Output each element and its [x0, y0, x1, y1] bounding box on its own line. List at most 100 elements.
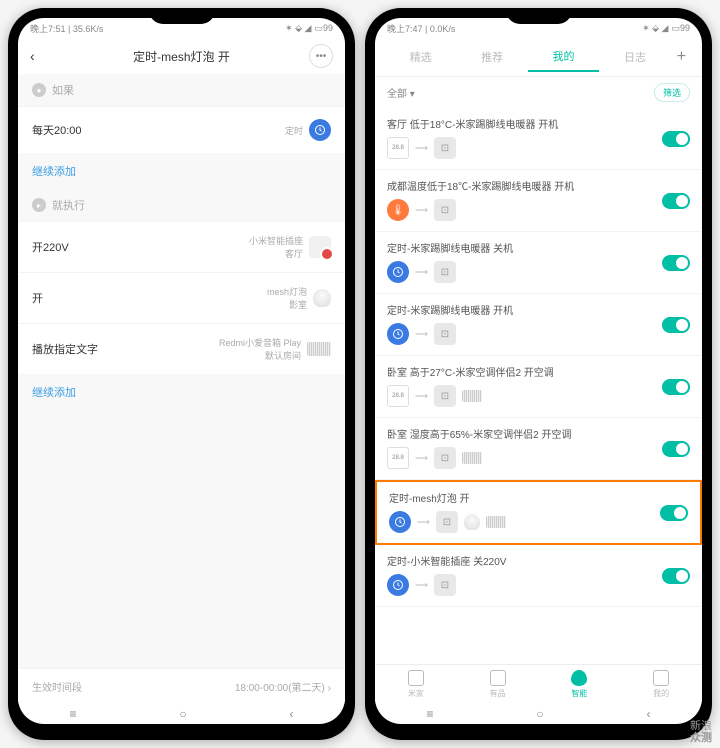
- phone-right: 晚上7:47 | 0.0K/s ✶ ⬙ ◢ ▭99 精选 推荐 我的 日志 + …: [365, 8, 712, 740]
- automation-icons: ⟶⊡: [389, 511, 688, 533]
- nav-icon: [571, 670, 587, 686]
- automation-title: 成都温度低于18℃-米家踢脚线电暖器 开机: [387, 178, 690, 193]
- nav-back[interactable]: ‹: [290, 707, 294, 721]
- android-nav: ≡ ○ ‹: [375, 704, 702, 724]
- link-icon: ⟶: [415, 580, 428, 591]
- filter-button[interactable]: 筛选: [654, 83, 690, 102]
- device-icon: ⊡: [434, 385, 456, 407]
- toggle-switch[interactable]: [662, 568, 690, 584]
- toggle-switch[interactable]: [662, 379, 690, 395]
- automation-icons: ⟶⊡: [387, 261, 690, 283]
- more-button[interactable]: •••: [309, 44, 333, 68]
- device-icon: ⊡: [434, 137, 456, 159]
- link-icon: ⟶: [415, 453, 428, 464]
- bottom-nav-item[interactable]: 有品: [457, 665, 539, 704]
- if-condition-text: 每天20:00: [32, 122, 82, 138]
- action-row[interactable]: 开220V 小米智能插座 客厅: [18, 221, 345, 272]
- tab-mine[interactable]: 我的: [528, 42, 599, 72]
- add-condition-link[interactable]: 继续添加: [18, 153, 345, 189]
- nav-recent[interactable]: ≡: [426, 707, 433, 721]
- automation-item[interactable]: 卧室 湿度高于65%-米家空调伴侣2 开空调28.8⟶⊡: [375, 418, 702, 480]
- automation-title: 定时-小米智能插座 关220V: [387, 553, 690, 568]
- plug-icon: [309, 236, 331, 258]
- link-icon: ⟶: [415, 391, 428, 402]
- automation-item[interactable]: 定时-米家踢脚线电暖器 关机⟶⊡: [375, 232, 702, 294]
- clock-icon: [387, 323, 409, 345]
- tab-log[interactable]: 日志: [599, 43, 670, 71]
- automation-icons: 🌡⟶⊡: [387, 199, 690, 221]
- action-row[interactable]: 播放指定文字 Redmi小爱音箱 Play 默认房间: [18, 323, 345, 374]
- add-button[interactable]: +: [671, 48, 692, 66]
- then-icon: ▸: [32, 198, 46, 212]
- phone-left: 晚上7:51 | 35.6K/s ✶ ⬙ ◢ ▭99 ‹ 定时-mesh灯泡 开…: [8, 8, 355, 740]
- automation-item[interactable]: 定时-米家踢脚线电暖器 开机⟶⊡: [375, 294, 702, 356]
- automation-title: 定时-mesh灯泡 开: [389, 490, 688, 505]
- notch: [506, 8, 572, 24]
- bottom-nav-item[interactable]: 智能: [539, 665, 621, 704]
- speaker-icon: [486, 516, 506, 528]
- status-time: 晚上7:51 | 35.6K/s: [30, 22, 103, 35]
- filter-row: 全部 ▾ 筛选: [375, 77, 702, 108]
- bottom-nav-item[interactable]: 我的: [620, 665, 702, 704]
- automation-icons: ⟶⊡: [387, 323, 690, 345]
- link-icon: ⟶: [415, 143, 428, 154]
- tab-featured[interactable]: 精选: [385, 43, 456, 71]
- if-condition-tag: 定时: [285, 124, 303, 137]
- automation-item[interactable]: 成都温度低于18℃-米家踢脚线电暖器 开机 🌡⟶⊡: [375, 170, 702, 232]
- then-section-label: ▸ 就执行: [18, 189, 345, 221]
- sensor-icon: 28.8: [387, 447, 409, 469]
- if-icon: ●: [32, 83, 46, 97]
- speaker-icon: [462, 390, 482, 402]
- nav-icon: [408, 670, 424, 686]
- automation-icons: ⟶⊡: [387, 574, 690, 596]
- footer-left: 生效时间段: [32, 679, 82, 694]
- back-button[interactable]: ‹: [30, 48, 54, 64]
- android-nav: ≡ ○ ‹: [18, 704, 345, 724]
- if-condition-row[interactable]: 每天20:00 定时: [18, 106, 345, 153]
- add-action-link[interactable]: 继续添加: [18, 374, 345, 410]
- clock-icon: [387, 574, 409, 596]
- nav-recent[interactable]: ≡: [69, 707, 76, 721]
- effective-time-row[interactable]: 生效时间段 18:00-00:00(第二天) ›: [18, 668, 345, 704]
- device-icon: ⊡: [434, 323, 456, 345]
- action-label: 开220V: [32, 239, 69, 255]
- status-right: ✶ ⬙ ◢ ▭99: [285, 23, 333, 34]
- automation-title: 卧室 湿度高于65%-米家空调伴侣2 开空调: [387, 426, 690, 441]
- automation-item[interactable]: 定时-mesh灯泡 开 ⟶⊡: [375, 480, 702, 545]
- toggle-switch[interactable]: [660, 505, 688, 521]
- automation-item[interactable]: 卧室 高于27°C-米家空调伴侣2 开空调28.8⟶⊡: [375, 356, 702, 418]
- automation-icons: 28.8⟶⊡: [387, 447, 690, 469]
- nav-icon: [490, 670, 506, 686]
- filter-all[interactable]: 全部 ▾: [387, 85, 415, 100]
- link-icon: ⟶: [415, 205, 428, 216]
- action-label: 播放指定文字: [32, 341, 98, 357]
- automation-icons: 28.8 ⟶ ⊡: [387, 385, 690, 407]
- toggle-switch[interactable]: [662, 317, 690, 333]
- bulb-icon: [464, 514, 480, 530]
- automation-item[interactable]: 客厅 低于18°C-米家踢脚线电暖器 开机28.8⟶⊡: [375, 108, 702, 170]
- automation-item[interactable]: 定时-小米智能插座 关220V ⟶⊡: [375, 545, 702, 607]
- clock-icon: [309, 119, 331, 141]
- action-row[interactable]: 开 mesh灯泡 影室: [18, 272, 345, 323]
- watermark: 新浪 众测: [690, 720, 712, 744]
- bulb-icon: [313, 289, 331, 307]
- nav-home[interactable]: ○: [536, 707, 543, 721]
- toggle-switch[interactable]: [662, 131, 690, 147]
- toggle-switch[interactable]: [662, 441, 690, 457]
- nav-icon: [653, 670, 669, 686]
- nav-back[interactable]: ‹: [647, 707, 651, 721]
- toggle-switch[interactable]: [662, 193, 690, 209]
- status-right: ✶ ⬙ ◢ ▭99: [642, 23, 690, 34]
- clock-icon: [389, 511, 411, 533]
- screen-left: 晚上7:51 | 35.6K/s ✶ ⬙ ◢ ▭99 ‹ 定时-mesh灯泡 开…: [18, 18, 345, 724]
- if-section-label: ● 如果: [18, 74, 345, 106]
- nav-home[interactable]: ○: [179, 707, 186, 721]
- sensor-icon: 28.8: [387, 385, 409, 407]
- link-icon: ⟶: [415, 267, 428, 278]
- bottom-nav-item[interactable]: 米家: [375, 665, 457, 704]
- speaker-icon: [307, 342, 331, 356]
- tab-bar: 精选 推荐 我的 日志 +: [375, 38, 702, 77]
- sensor-icon: 28.8: [387, 137, 409, 159]
- tab-recommend[interactable]: 推荐: [456, 43, 527, 71]
- toggle-switch[interactable]: [662, 255, 690, 271]
